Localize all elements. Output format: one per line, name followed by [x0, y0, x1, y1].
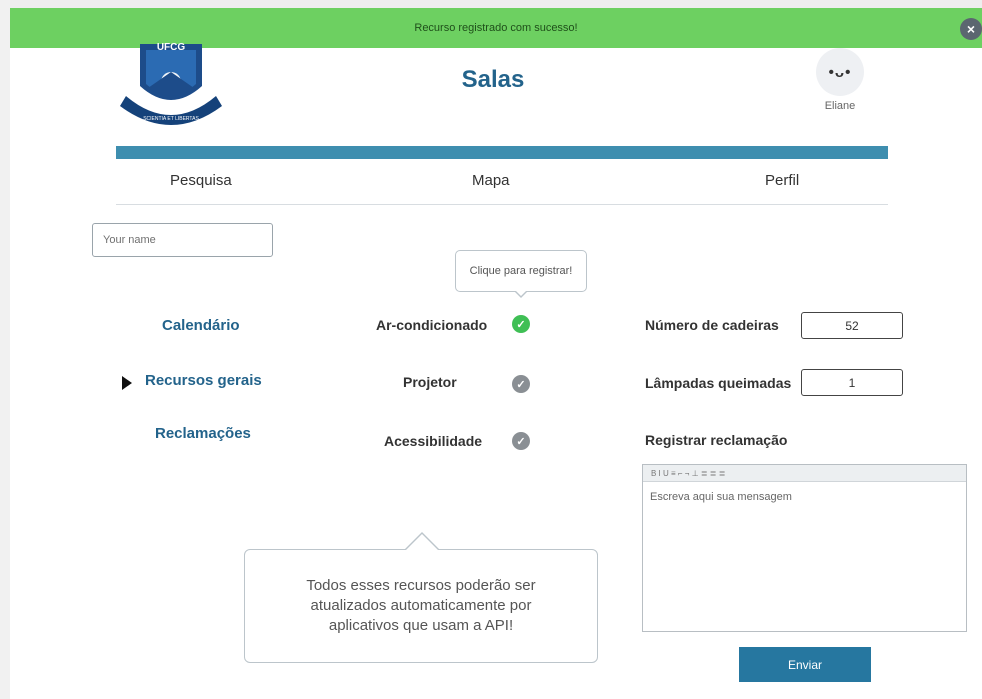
- caret-right-icon: [122, 376, 132, 390]
- api-info-callout: Todos esses recursos poderão ser atualiz…: [244, 549, 598, 663]
- close-icon[interactable]: ×: [960, 18, 982, 40]
- name-input[interactable]: [92, 223, 273, 257]
- label-cadeiras: Número de cadeiras: [645, 317, 779, 333]
- resource-label-ar: Ar-condicionado: [376, 317, 488, 333]
- side-link-calendario[interactable]: Calendário: [162, 317, 240, 334]
- left-strip: [0, 0, 10, 699]
- nav-pesquisa[interactable]: Pesquisa: [170, 172, 232, 189]
- complaint-editor[interactable]: B I U ≡ ⌐ ¬ ⊥ ≣ ≣ ≣ Escreva aqui sua men…: [642, 464, 967, 632]
- header-bar: [116, 146, 888, 159]
- resource-label-projetor: Projetor: [403, 374, 457, 390]
- toast-message: Recurso registrado com sucesso!: [414, 22, 578, 34]
- side-link-reclamacoes[interactable]: Reclamações: [155, 425, 251, 442]
- ufcg-logo: UFCG SCIENTIA ET LIBERTAS: [120, 42, 222, 125]
- avatar-face: •ᴗ•: [828, 63, 852, 81]
- resource-label-acessibilidade: Acessibilidade: [384, 433, 483, 449]
- logo-text: UFCG: [157, 42, 186, 53]
- complaint-textarea[interactable]: Escreva aqui sua mensagem: [643, 482, 966, 512]
- check-icon-projetor[interactable]: ✓: [512, 375, 530, 393]
- user-name: Eliane: [824, 100, 856, 112]
- nav-perfil[interactable]: Perfil: [765, 172, 799, 189]
- cadeiras-field[interactable]: 52: [801, 312, 903, 339]
- logo-motto: SCIENTIA ET LIBERTAS: [143, 116, 199, 122]
- side-link-recursos[interactable]: Recursos gerais: [145, 372, 262, 389]
- check-icon-acessibilidade[interactable]: ✓: [512, 432, 530, 450]
- page-title: Salas: [461, 66, 525, 93]
- register-tooltip: Clique para registrar!: [455, 250, 587, 292]
- avatar[interactable]: •ᴗ•: [816, 48, 864, 96]
- check-icon-ar[interactable]: ✓: [512, 315, 530, 333]
- send-button[interactable]: Enviar: [739, 647, 871, 682]
- nav-divider: [116, 204, 888, 205]
- top-strip: [0, 0, 982, 8]
- label-reclamacao: Registrar reclamação: [645, 432, 788, 448]
- lampadas-field[interactable]: 1: [801, 369, 903, 396]
- callout-arrow-inner: [405, 534, 439, 551]
- nav-mapa[interactable]: Mapa: [472, 172, 510, 189]
- editor-toolbar[interactable]: B I U ≡ ⌐ ¬ ⊥ ≣ ≣ ≣: [643, 465, 966, 482]
- label-lampadas: Lâmpadas queimadas: [645, 375, 792, 391]
- tooltip-arrow-inner: [515, 290, 527, 296]
